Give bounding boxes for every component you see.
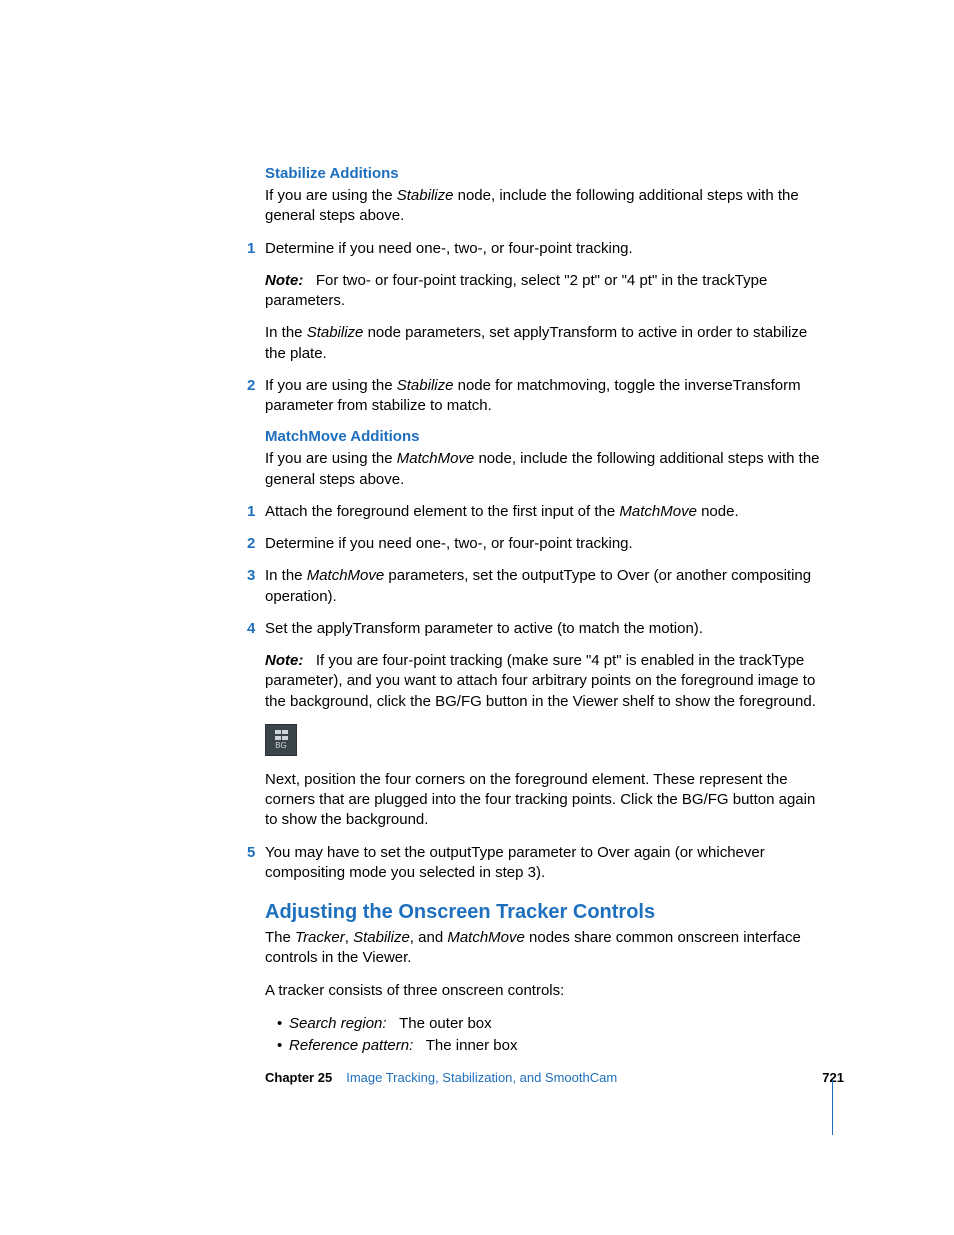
- text: , and: [410, 929, 448, 946]
- chapter-label: Chapter 25: [265, 1070, 332, 1085]
- bullet-desc: The outer box: [399, 1015, 492, 1032]
- text: In the: [265, 567, 307, 584]
- list-item: 1 Attach the foreground element to the f…: [265, 502, 824, 522]
- note-text: [308, 272, 316, 289]
- adjusting-intro: The Tracker, Stabilize, and MatchMove no…: [265, 928, 824, 969]
- term-stabilize: Stabilize: [397, 377, 454, 394]
- adjusting-line: A tracker consists of three onscreen con…: [265, 981, 824, 1001]
- list-item: 2 Determine if you need one-, two-, or f…: [265, 534, 824, 554]
- page-number: 721: [822, 1070, 844, 1085]
- text: The: [265, 929, 295, 946]
- margin-rule: [832, 1080, 833, 1135]
- step-extra: In the Stabilize node parameters, set ap…: [265, 323, 824, 364]
- term-stabilize: Stabilize: [397, 187, 454, 204]
- matchmove-steps: 1 Attach the foreground element to the f…: [265, 502, 824, 883]
- step-extra: Next, position the four corners on the f…: [265, 770, 824, 831]
- step-number: 2: [247, 376, 255, 396]
- text: node.: [697, 503, 739, 520]
- list-item: 4 Set the applyTransform parameter to ac…: [265, 619, 824, 831]
- step-number: 2: [247, 534, 255, 554]
- bullet-term: Reference pattern:: [289, 1037, 413, 1054]
- bg-fg-icon: BG: [265, 724, 297, 756]
- term-tracker: Tracker: [295, 929, 345, 946]
- page-content: Stabilize Additions If you are using the…: [0, 0, 954, 1235]
- step-number: 1: [247, 239, 255, 259]
- step-text: Determine if you need one-, two-, or fou…: [265, 535, 633, 552]
- list-item: Search region: The outer box: [277, 1013, 824, 1036]
- note-block: Note: For two- or four-point tracking, s…: [265, 271, 824, 312]
- step-number: 5: [247, 843, 255, 863]
- bullet-term: Search region:: [289, 1015, 387, 1032]
- chapter-title: Image Tracking, Stabilization, and Smoot…: [346, 1070, 617, 1085]
- bullet-desc: The inner box: [426, 1037, 518, 1054]
- note-label: Note:: [265, 272, 303, 289]
- list-item: Reference pattern: The inner box: [277, 1035, 824, 1058]
- note-text: For two- or four-point tracking, select …: [265, 272, 767, 309]
- text: If you are using the: [265, 187, 397, 204]
- bullet-desc: [391, 1015, 399, 1032]
- note-label: Note:: [265, 652, 303, 669]
- stabilize-intro: If you are using the Stabilize node, inc…: [265, 186, 824, 227]
- term-matchmove: MatchMove: [307, 567, 385, 584]
- term-matchmove: MatchMove: [397, 450, 475, 467]
- bullet-desc: [417, 1037, 425, 1054]
- note-text: If you are four-point tracking (make sur…: [265, 652, 816, 710]
- matchmove-intro: If you are using the MatchMove node, inc…: [265, 449, 824, 490]
- text: ,: [345, 929, 353, 946]
- heading-stabilize: Stabilize Additions: [265, 165, 824, 182]
- step-number: 4: [247, 619, 255, 639]
- stabilize-steps: 1 Determine if you need one-, two-, or f…: [265, 239, 824, 417]
- step-text: You may have to set the outputType param…: [265, 844, 765, 881]
- text: If you are using the: [265, 450, 397, 467]
- text: Attach the foreground element to the fir…: [265, 503, 619, 520]
- footer-left: Chapter 25 Image Tracking, Stabilization…: [265, 1070, 617, 1085]
- step-text: Set the applyTransform parameter to acti…: [265, 620, 703, 637]
- step-number: 3: [247, 566, 255, 586]
- step-number: 1: [247, 502, 255, 522]
- text: In the: [265, 324, 307, 341]
- term-matchmove: MatchMove: [447, 929, 525, 946]
- note-text: [308, 652, 316, 669]
- term-matchmove: MatchMove: [619, 503, 697, 520]
- list-item: 5 You may have to set the outputType par…: [265, 843, 824, 884]
- list-item: 2 If you are using the Stabilize node fo…: [265, 376, 824, 417]
- page-footer: Chapter 25 Image Tracking, Stabilization…: [265, 1070, 844, 1085]
- term-stabilize: Stabilize: [353, 929, 410, 946]
- icon-label: BG: [275, 742, 287, 750]
- grid-icon: [275, 730, 288, 740]
- step-text: Determine if you need one-, two-, or fou…: [265, 240, 633, 257]
- tracker-controls-list: Search region: The outer box Reference p…: [277, 1013, 824, 1058]
- list-item: 1 Determine if you need one-, two-, or f…: [265, 239, 824, 364]
- note-block: Note: If you are four-point tracking (ma…: [265, 651, 824, 712]
- section-title-adjusting: Adjusting the Onscreen Tracker Controls: [265, 901, 824, 924]
- list-item: 3 In the MatchMove parameters, set the o…: [265, 566, 824, 607]
- heading-matchmove: MatchMove Additions: [265, 428, 824, 445]
- text: If you are using the: [265, 377, 397, 394]
- term-stabilize: Stabilize: [307, 324, 364, 341]
